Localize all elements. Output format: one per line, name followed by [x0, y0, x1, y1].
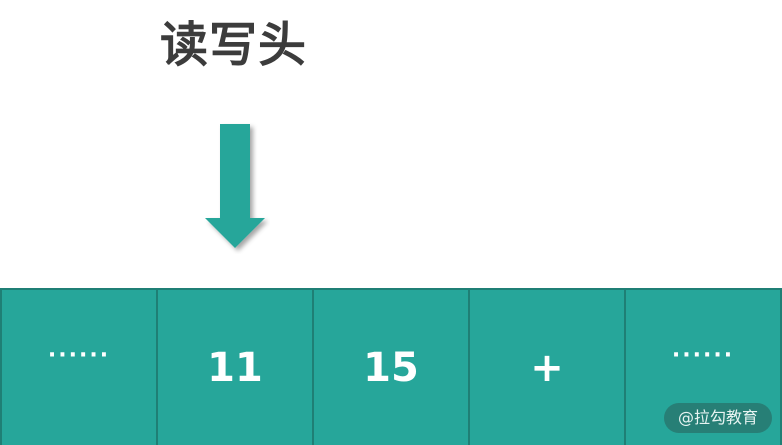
down-arrow-icon: [205, 124, 265, 248]
tape-cell-value: +: [530, 344, 564, 391]
tape-cell-value: ······: [47, 342, 111, 368]
tape-cell-value: ······: [671, 342, 735, 368]
tape-cell: +: [468, 290, 624, 445]
tape-cell: 15: [312, 290, 468, 445]
tape-cell-value: 15: [363, 344, 419, 391]
tape-cell-value: 11: [207, 344, 263, 391]
read-write-head-label: 读写头: [160, 17, 308, 73]
watermark: @拉勾教育: [663, 403, 772, 433]
tape-cell: ······: [0, 290, 156, 445]
tape-cell: 11: [156, 290, 312, 445]
